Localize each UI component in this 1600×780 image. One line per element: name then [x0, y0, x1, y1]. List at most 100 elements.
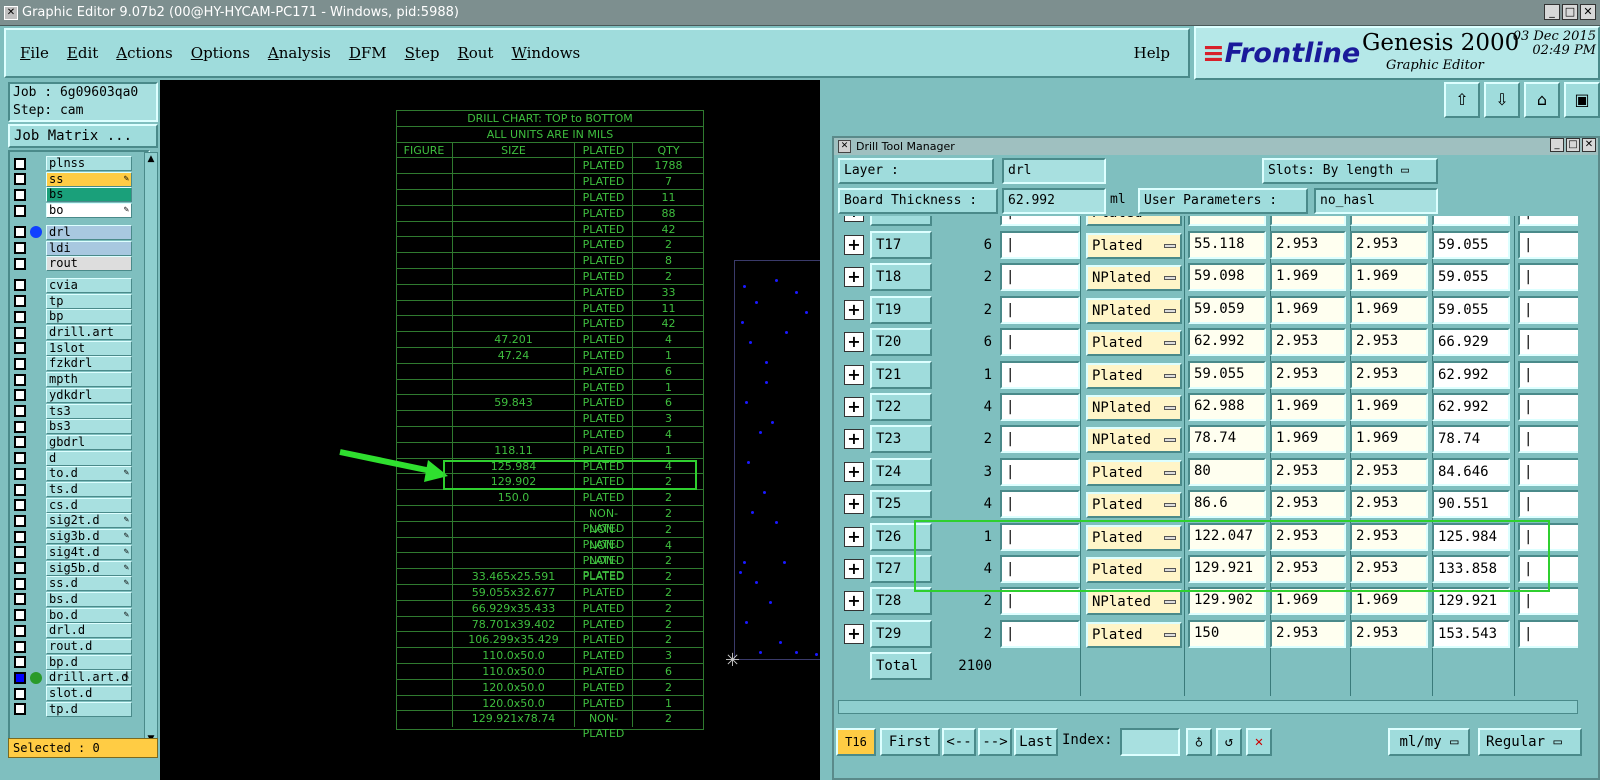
tol-minus-field[interactable]: 1.969	[1350, 425, 1428, 454]
layer-name-box[interactable]: ydkdrl	[46, 387, 132, 403]
tool-number[interactable]: T21	[870, 360, 932, 389]
tool-number[interactable]: T16	[870, 216, 932, 226]
tol-plus-field[interactable]: 1.969	[1270, 263, 1346, 292]
tol-minus-field[interactable]: 2.953	[1350, 457, 1428, 486]
menu-rout[interactable]: Rout	[457, 44, 493, 62]
layer-checkbox[interactable]	[14, 593, 26, 606]
result-size-field[interactable]: 62.992	[1432, 393, 1510, 421]
mode-select[interactable]: Regular ▭	[1478, 728, 1582, 756]
layer-checkbox[interactable]	[14, 467, 26, 480]
home-icon[interactable]: ⌂	[1524, 82, 1560, 118]
layer-name-box[interactable]: rout	[46, 256, 132, 272]
finish-size-field[interactable]: |	[1000, 457, 1080, 486]
first-button[interactable]: First	[880, 728, 940, 756]
layer-checkbox[interactable]	[14, 188, 26, 201]
layer-row[interactable]: bs3	[14, 419, 132, 435]
tool-number[interactable]: T19	[870, 295, 932, 324]
type-select[interactable]: Plated	[1086, 233, 1182, 259]
tol-plus-field[interactable]: 1.969	[1270, 295, 1346, 324]
layer-checkbox[interactable]	[14, 436, 26, 449]
layer-row[interactable]: to.d ✎	[14, 466, 132, 482]
layer-row[interactable]: mpth	[14, 372, 132, 388]
type-select[interactable]: NPlated	[1086, 297, 1182, 324]
lamp-icon[interactable]: ♁	[1186, 728, 1212, 756]
layer-checkbox[interactable]	[14, 173, 26, 186]
layer-name-box[interactable]: rout.d	[46, 639, 132, 654]
minimize-button[interactable]: _	[1544, 4, 1560, 20]
drill-size-field[interactable]: 55.118	[1188, 231, 1266, 259]
result-size-field[interactable]: 78.74	[1432, 425, 1510, 454]
drill-size-field[interactable]: 62.992	[1188, 328, 1266, 357]
layer-name-box[interactable]: sig4t.d ✎	[46, 544, 132, 560]
layer-checkbox[interactable]	[14, 326, 26, 339]
next-button[interactable]: -->	[978, 728, 1012, 756]
layer-checkbox[interactable]	[14, 703, 26, 716]
layer-row[interactable]: sig4t.d ✎	[14, 544, 132, 560]
finish-size-field[interactable]: |	[1000, 328, 1080, 357]
tool-number[interactable]: T20	[870, 328, 932, 357]
extra-field[interactable]: |	[1518, 360, 1578, 389]
type-select[interactable]: Plated	[1086, 216, 1182, 226]
refresh-icon[interactable]: ↺	[1216, 728, 1242, 756]
menu-help[interactable]: Help	[1134, 44, 1170, 62]
dtm-maximize-button[interactable]: □	[1566, 138, 1580, 152]
result-size-field[interactable]: 59.055	[1432, 231, 1510, 259]
finish-size-field[interactable]: |	[1000, 216, 1080, 226]
layer-row[interactable]: rout	[14, 256, 132, 272]
layer-name-box[interactable]: cs.d	[46, 497, 132, 513]
extra-field[interactable]: |	[1518, 490, 1578, 519]
layer-row[interactable]: drill.art	[14, 325, 132, 340]
layer-row[interactable]: d	[14, 450, 132, 466]
menu-edit[interactable]: Edit	[67, 44, 98, 62]
extra-field[interactable]: |	[1518, 295, 1578, 324]
expand-icon[interactable]: +	[844, 559, 864, 579]
layer-row[interactable]: rout.d	[14, 639, 132, 654]
layer-name-box[interactable]: ts.d	[46, 482, 132, 497]
expand-icon[interactable]: +	[844, 494, 864, 515]
extra-field[interactable]: |	[1518, 263, 1578, 292]
expand-icon[interactable]: +	[844, 364, 864, 385]
layer-name-box[interactable]: fzkdrl	[46, 356, 132, 372]
layer-row[interactable]: bo.d ✎	[14, 607, 132, 623]
expand-icon[interactable]: +	[844, 429, 864, 450]
layer-row[interactable]: fzkdrl	[14, 356, 132, 372]
drill-size-field[interactable]: 78.74	[1188, 425, 1266, 454]
layer-checkbox[interactable]	[14, 204, 26, 217]
type-select[interactable]: NPlated	[1086, 427, 1182, 454]
layer-checkbox[interactable]	[14, 671, 26, 684]
finish-size-field[interactable]: |	[1000, 295, 1080, 324]
layer-row[interactable]: ss ✎	[14, 171, 132, 187]
layer-name-box[interactable]: d	[46, 450, 132, 466]
layer-name-box[interactable]: bs	[46, 187, 132, 203]
layer-row[interactable]: ldi	[14, 240, 132, 256]
layer-scrollbar[interactable]: ▲ ▼	[144, 152, 158, 746]
layer-name-box[interactable]: slot.d	[46, 686, 132, 702]
layer-name-box[interactable]: ss ✎	[46, 171, 132, 187]
extra-field[interactable]: |	[1518, 231, 1578, 259]
close-button[interactable]: ✕	[1580, 4, 1596, 20]
layer-name-box[interactable]: bp.d	[46, 654, 132, 670]
layer-name-box[interactable]: ldi	[46, 240, 132, 256]
drill-size-field[interactable]: 86.6	[1188, 490, 1266, 519]
type-select[interactable]: Plated	[1086, 362, 1182, 389]
layer-checkbox[interactable]	[14, 499, 26, 512]
finish-size-field[interactable]: |	[1000, 619, 1080, 648]
tol-plus-field[interactable]: 2.953	[1270, 231, 1346, 259]
finish-size-field[interactable]: |	[1000, 231, 1080, 259]
tol-minus-field[interactable]: 1.969	[1350, 263, 1428, 292]
finish-size-field[interactable]: |	[1000, 490, 1080, 519]
result-size-field[interactable]: 59.055	[1432, 295, 1510, 324]
drill-size-field[interactable]: 59.098	[1188, 263, 1266, 292]
menu-windows[interactable]: Windows	[511, 44, 580, 62]
layer-name-box[interactable]: sig5b.d ✎	[46, 560, 132, 576]
drill-size-field[interactable]: 62.988	[1188, 393, 1266, 421]
layer-checkbox[interactable]	[14, 452, 26, 465]
extra-field[interactable]: |	[1518, 393, 1578, 421]
layer-name-box[interactable]: sig2t.d ✎	[46, 513, 132, 529]
layer-row[interactable]: bp	[14, 309, 132, 325]
menu-options[interactable]: Options	[191, 44, 250, 62]
expand-icon[interactable]: +	[844, 299, 864, 320]
layer-name-box[interactable]: sig3b.d ✎	[46, 529, 132, 545]
layer-checkbox[interactable]	[14, 514, 26, 527]
drill-size-field[interactable]: 59.059	[1188, 295, 1266, 324]
